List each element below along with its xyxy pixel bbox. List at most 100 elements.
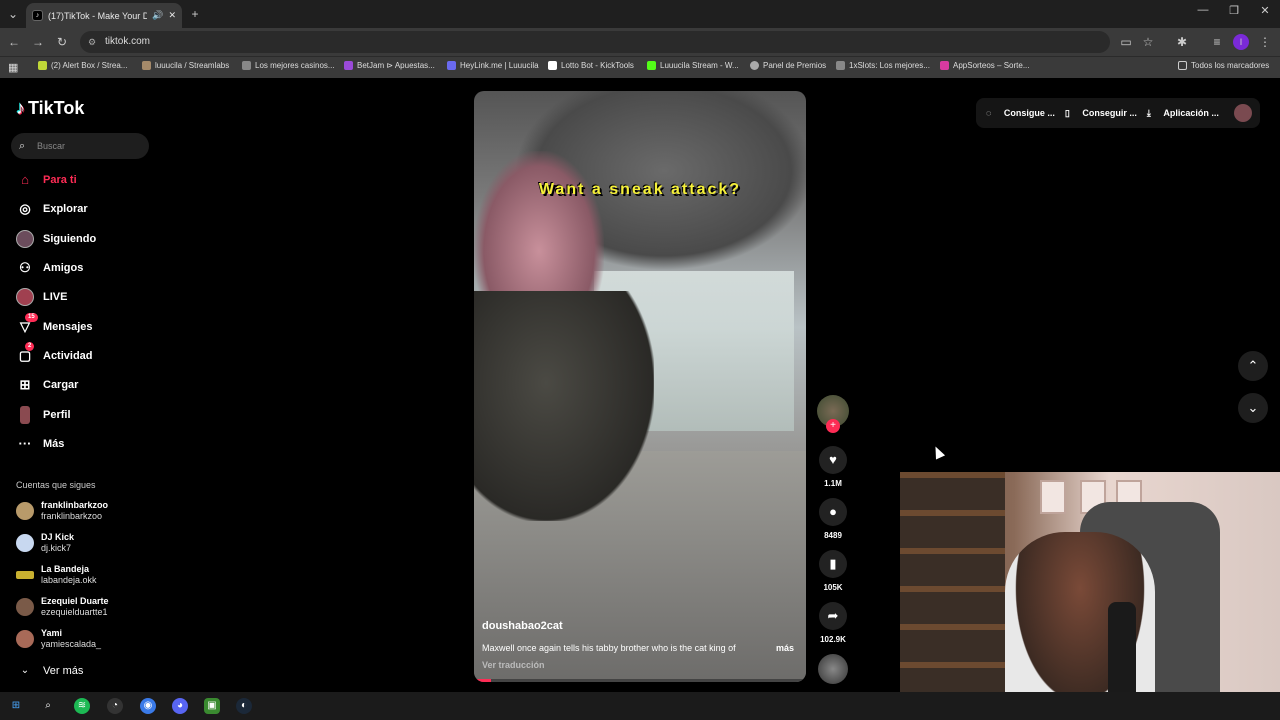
following-account[interactable]: La Bandeja labandeja.okk bbox=[16, 564, 97, 586]
nav-perfil[interactable]: Perfil bbox=[16, 406, 71, 424]
tab-title: (17)TikTok - Make Your Day bbox=[48, 10, 148, 21]
get-app-button[interactable]: ▯ Conseguir ... bbox=[1065, 108, 1137, 119]
maximize-icon[interactable]: ❐ bbox=[1219, 4, 1249, 17]
top-actions-bar: ◌ Consigue ... ▯ Conseguir ... ⤓ Aplicac… bbox=[976, 98, 1260, 128]
account-name: Ezequiel Duarte bbox=[41, 596, 109, 606]
discord-icon[interactable]: ◕ bbox=[172, 698, 188, 714]
reload-icon[interactable]: ↻ bbox=[54, 34, 70, 50]
menu-kebab-icon[interactable]: ⋮ bbox=[1257, 34, 1273, 50]
share-count: 102.9K bbox=[820, 635, 846, 644]
description-more[interactable]: más bbox=[776, 643, 794, 653]
messages-badge: 15 bbox=[25, 313, 38, 322]
account-handle: labandeja.okk bbox=[41, 575, 97, 585]
new-tab-icon[interactable]: + bbox=[188, 6, 202, 22]
tiktok-note-icon: ♪ bbox=[16, 98, 25, 118]
forward-icon[interactable]: → bbox=[30, 34, 46, 50]
close-tab-icon[interactable]: ✕ bbox=[168, 10, 176, 21]
account-handle: ezequielduartte1 bbox=[41, 607, 108, 617]
nav-siguiendo[interactable]: Siguiendo bbox=[16, 230, 96, 248]
user-avatar[interactable] bbox=[1234, 104, 1252, 122]
account-name: DJ Kick bbox=[41, 532, 75, 542]
bookmark-item[interactable]: Lotto Bot - KickTools bbox=[548, 61, 634, 70]
all-bookmarks[interactable]: Todos los marcadores bbox=[1178, 61, 1269, 70]
browser-tab-strip: ⌄ ♪ (17)TikTok - Make Your Day 🔊 ✕ + — ❐… bbox=[0, 0, 1280, 28]
nav-label: Mensajes bbox=[43, 321, 93, 333]
bookmark-item[interactable]: HeyLink.me | Luuucila bbox=[447, 61, 539, 70]
bookmark-item[interactable]: (2) Alert Box / Strea... bbox=[38, 61, 127, 70]
spotify-icon[interactable]: ≋ bbox=[74, 698, 90, 714]
get-coins-button[interactable]: ◌ Consigue ... bbox=[986, 108, 1055, 118]
nav-label: Perfil bbox=[43, 409, 71, 421]
nav-explorar[interactable]: ◎ Explorar bbox=[16, 200, 88, 218]
extensions-icon[interactable]: ✱ bbox=[1174, 34, 1190, 50]
account-name: franklinbarkzoo bbox=[41, 500, 109, 510]
like-action[interactable]: ♥ 1.1M bbox=[818, 446, 848, 488]
folder-icon bbox=[1178, 61, 1187, 70]
address-field[interactable]: ⚙ tiktok.com bbox=[80, 31, 1110, 53]
nav-live[interactable]: LIVE bbox=[16, 288, 67, 306]
share-action[interactable]: ➦ 102.9K bbox=[818, 602, 848, 644]
bookmark-item[interactable]: 1xSlots: Los mejores... bbox=[836, 61, 930, 70]
nav-label: Explorar bbox=[43, 203, 88, 215]
minimize-icon[interactable]: — bbox=[1188, 4, 1218, 16]
audio-icon[interactable]: 🔊 bbox=[152, 10, 163, 21]
profile-avatar-icon[interactable]: I bbox=[1233, 34, 1249, 50]
nav-label: Siguiendo bbox=[43, 233, 97, 245]
bookmark-star-icon[interactable]: ☆ bbox=[1140, 34, 1156, 50]
see-more[interactable]: ⌄ Ver más bbox=[16, 662, 84, 680]
save-count: 105K bbox=[823, 583, 843, 592]
follow-plus-icon[interactable]: + bbox=[826, 419, 840, 433]
bookshelf bbox=[900, 472, 1005, 720]
browser-tab[interactable]: ♪ (17)TikTok - Make Your Day 🔊 ✕ bbox=[26, 3, 182, 28]
following-account[interactable]: Yami yamiescalada_ bbox=[16, 628, 101, 650]
following-account[interactable]: franklinbarkzoo franklinbarkzoo bbox=[16, 500, 108, 522]
video-progress[interactable] bbox=[474, 679, 806, 682]
address-bar-row: ← → ↻ ⚙ tiktok.com ▭ ☆ ✱ ≡ I ⋮ bbox=[0, 28, 1280, 56]
save-action[interactable]: ▮ 105K bbox=[818, 550, 848, 592]
bookmark-icon bbox=[38, 61, 47, 70]
taskbar-search-icon[interactable]: ⌕ bbox=[40, 698, 56, 714]
bookmark-label: luuucila / Streamlabs bbox=[155, 61, 230, 70]
nav-para-ti[interactable]: ⌂ Para ti bbox=[16, 171, 77, 189]
bookmark-item[interactable]: BetJam ⊳ Apuestas... bbox=[344, 61, 435, 70]
following-account[interactable]: Ezequiel Duarte ezequielduartte1 bbox=[16, 596, 109, 618]
tab-search-icon[interactable]: ⌄ bbox=[6, 6, 20, 22]
download-app-button[interactable]: ⤓ Aplicación ... bbox=[1147, 108, 1219, 119]
tiktok-logo[interactable]: ♪ TikTok bbox=[16, 98, 84, 119]
bookmark-item[interactable]: Luuucila Stream - W... bbox=[647, 61, 739, 70]
site-info-icon[interactable]: ⚙ bbox=[88, 31, 96, 53]
minecraft-icon[interactable]: ▣ bbox=[204, 698, 220, 714]
steam-icon[interactable]: ◐ bbox=[236, 698, 252, 714]
comment-action[interactable]: ● 8489 bbox=[818, 498, 848, 540]
windows-start-icon[interactable]: ⊞ bbox=[8, 698, 24, 714]
obs-icon[interactable]: ◔ bbox=[107, 698, 123, 714]
bookmark-item[interactable]: luuucila / Streamlabs bbox=[142, 61, 229, 70]
media-icon[interactable]: ≡ bbox=[1209, 34, 1225, 50]
bookmark-item[interactable]: Panel de Premios bbox=[750, 61, 826, 70]
bookmark-label: Panel de Premios bbox=[763, 61, 827, 70]
see-translation[interactable]: Ver traducción bbox=[482, 660, 545, 670]
apps-grid-icon[interactable]: ▦ bbox=[8, 61, 18, 74]
nav-amigos[interactable]: ⚇ Amigos bbox=[16, 259, 83, 277]
nav-cargar[interactable]: ⊞ Cargar bbox=[16, 376, 79, 394]
account-name: Yami bbox=[41, 628, 63, 638]
nav-actividad[interactable]: ▢ 2 Actividad bbox=[16, 342, 93, 365]
next-video-icon[interactable]: ⌄ bbox=[1238, 393, 1268, 423]
close-window-icon[interactable]: ✕ bbox=[1250, 4, 1280, 17]
account-handle: franklinbarkzoo bbox=[41, 511, 103, 521]
music-disc-icon[interactable] bbox=[818, 654, 848, 684]
nav-mensajes[interactable]: ▽ 15 Mensajes bbox=[16, 313, 93, 336]
prev-video-icon[interactable]: ⌃ bbox=[1238, 351, 1268, 381]
back-icon[interactable]: ← bbox=[6, 34, 22, 50]
video-player[interactable]: Want a sneak attack? doushabao2cat Maxwe… bbox=[474, 91, 806, 682]
cast-icon[interactable]: ▭ bbox=[1118, 34, 1134, 50]
bookmark-item[interactable]: AppSorteos – Sorte... bbox=[940, 61, 1030, 70]
bookmark-label: (2) Alert Box / Strea... bbox=[51, 61, 128, 70]
chrome-icon[interactable]: ◉ bbox=[140, 698, 156, 714]
bookmark-item[interactable]: Los mejores casinos... bbox=[242, 61, 335, 70]
search-input[interactable]: ⌕ Buscar bbox=[11, 133, 149, 159]
nav-mas[interactable]: ··· Más bbox=[16, 435, 65, 453]
following-account[interactable]: DJ Kick dj.kick7 bbox=[16, 532, 74, 554]
video-author[interactable]: doushabao2cat bbox=[482, 620, 563, 632]
bookmark-icon bbox=[940, 61, 949, 70]
